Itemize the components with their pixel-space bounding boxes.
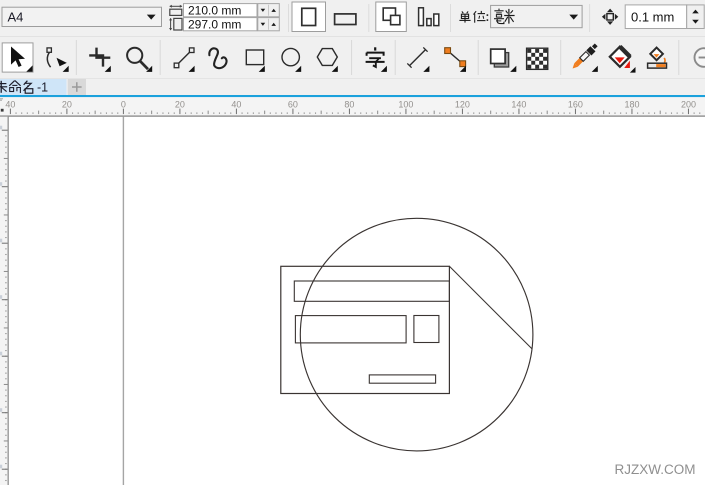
svg-text:140: 140 [511,100,526,110]
svg-text:RJZXW.COM: RJZXW.COM [615,462,696,477]
svg-text:40: 40 [5,100,15,110]
svg-text:120: 120 [455,100,470,110]
svg-text:297.0 mm: 297.0 mm [188,17,241,31]
svg-text:-1: -1 [37,81,48,95]
svg-text:0.1 mm: 0.1 mm [631,10,674,25]
svg-text:200: 200 [681,100,696,110]
svg-text:60: 60 [288,100,298,110]
svg-text:40: 40 [231,100,241,110]
svg-text:100: 100 [398,100,413,110]
svg-text:160: 160 [568,100,583,110]
svg-text:180: 180 [624,100,639,110]
svg-text:20: 20 [62,100,72,110]
svg-text:0: 0 [121,100,126,110]
svg-text:80: 80 [344,100,354,110]
svg-text:20: 20 [175,100,185,110]
svg-text:210.0 mm: 210.0 mm [188,3,241,17]
svg-text:A4: A4 [8,10,24,25]
